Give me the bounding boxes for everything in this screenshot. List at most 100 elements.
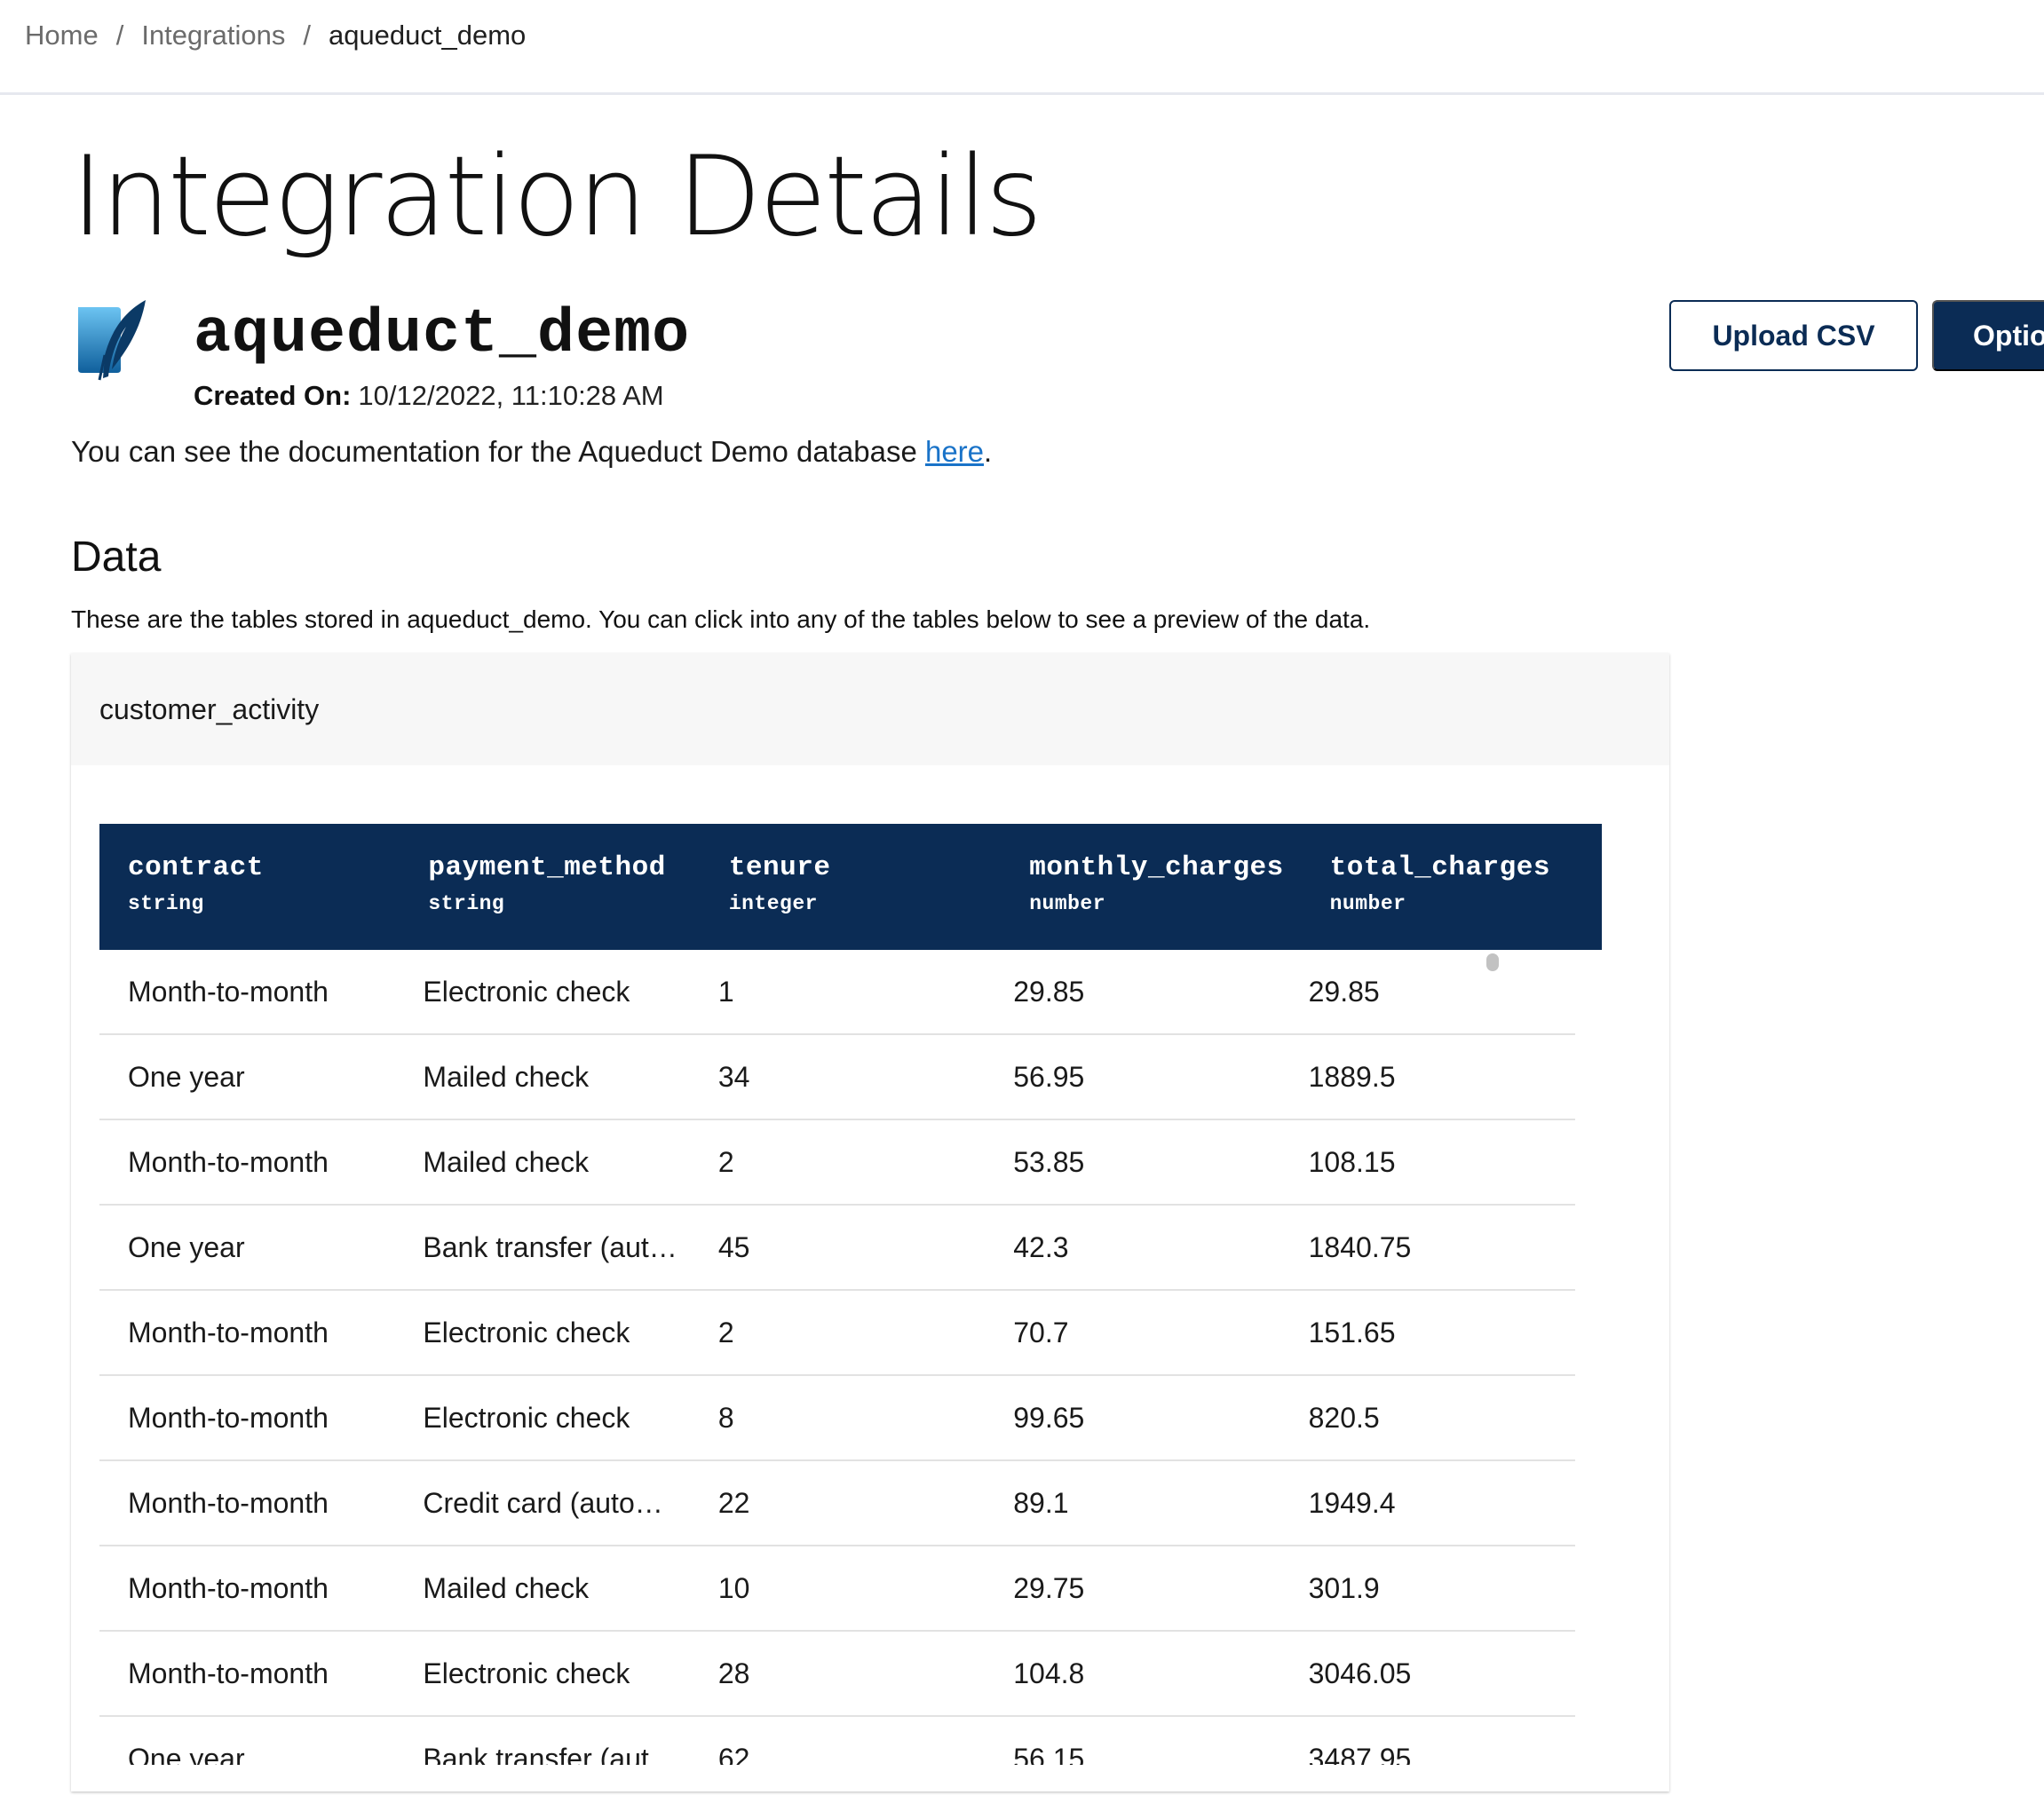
table-cell-contract: Month-to-month [128,1486,329,1519]
table-row: One year Mailed check 34 56.95 1889.5 [99,1035,1575,1120]
table-cell-monthly-charges: 29.75 [1013,1571,1085,1604]
column-name: total_charges [1329,852,1550,883]
column-header-payment-method: payment_methodstring [400,824,700,950]
documentation-link[interactable]: here [925,435,984,468]
table-cell-payment-method: Bank transfer (aut… [423,1742,677,1766]
column-type: string [128,892,204,915]
table-cell-payment-method: Mailed check [423,1060,590,1093]
table-row: Month-to-month Electronic check 28 104.8 304… [99,1632,1575,1717]
table-row: Month-to-month Credit card (auto… 22 89.1 19… [99,1461,1575,1546]
table-cell-payment-method: Electronic check [423,1316,630,1348]
table-cell-payment-method: Electronic check [423,1401,630,1434]
documentation-text-prefix: You can see the documentation for the Aq… [71,435,925,468]
table-row: Month-to-month Electronic check 2 70.7 151.6… [99,1291,1575,1376]
created-on-value: 10/12/2022, 11:10:28 AM [358,380,664,411]
table-cell-payment-method: Bank transfer (aut… [423,1230,677,1263]
table-row: One year Bank transfer (aut… 45 42.3 1840.75 [99,1206,1575,1291]
table-cell-tenure: 45 [717,1230,750,1263]
table-cell-tenure: 2 [717,1316,734,1348]
table-cell-monthly-charges: 56.15 [1013,1742,1085,1766]
table-row: Month-to-month Mailed check 2 53.85 108.15 [99,1120,1575,1206]
table-cell-contract: Month-to-month [128,1145,329,1178]
table-cell-tenure: 10 [717,1571,750,1604]
table-cell-total-charges: 29.85 [1308,975,1380,1008]
upload-csv-button[interactable]: Upload CSV [1669,300,1918,371]
breadcrumb-separator: / [303,20,311,51]
table-cell-tenure: 1 [717,975,734,1008]
table-row: Month-to-month Electronic check 8 99.65 820.… [99,1376,1575,1461]
table-header-row: contract string payment_method string tenure… [99,824,1602,950]
table-cell-contract: Month-to-month [128,1571,329,1604]
table-cell-monthly-charges: 104.8 [1013,1657,1085,1689]
table-cell-tenure: 22 [717,1486,750,1519]
table-cell-total-charges: 1889.5 [1308,1060,1396,1093]
sqlite-feather-icon [73,298,149,382]
table-cell-monthly-charges: 99.65 [1013,1401,1085,1434]
table-scrollbar[interactable] [1575,950,1602,1765]
column-name: monthly_charges [1029,852,1284,883]
column-name: payment_method [428,852,666,883]
table-cell-total-charges: 3046.05 [1308,1657,1412,1689]
table-cell-payment-method: Electronic check [423,975,630,1008]
column-header-monthly-charges: monthly_chargesnumber [1001,824,1301,950]
table-cell-total-charges: 108.15 [1308,1145,1396,1178]
table-cell-monthly-charges: 89.1 [1013,1486,1069,1519]
created-on-label: Created On: [194,380,352,411]
table-body: Month-to-month Electronic check 1 29.85 29.8… [99,950,1575,1765]
table-cell-monthly-charges: 29.85 [1013,975,1085,1008]
table-cell-monthly-charges: 56.95 [1013,1060,1085,1093]
table-cell-total-charges: 301.9 [1308,1571,1380,1604]
table-cell-contract: One year [128,1230,245,1263]
table-cell-contract: Month-to-month [128,1316,329,1348]
column-name: contract [128,852,264,883]
table-row: Month-to-month Mailed check 10 29.75 301.9 [99,1546,1575,1632]
table-name: customer_activity [99,692,320,725]
column-type: string [428,892,505,915]
breadcrumb: Home / Integrations / aqueduct_demo [25,16,526,55]
integration-name: aqueduct_demo [194,300,691,370]
breadcrumb-integrations[interactable]: Integrations [141,20,285,51]
breadcrumb-separator: / [115,20,124,51]
table-cell-contract: Month-to-month [128,975,329,1008]
column-header-total-charges: total_chargesnumber [1302,824,1602,950]
table-cell-contract: One year [128,1742,245,1766]
table-cell-monthly-charges: 42.3 [1013,1230,1069,1263]
column-type: number [1029,892,1106,915]
table-cell-tenure: 8 [717,1401,734,1434]
options-button[interactable]: Options [1932,300,2044,371]
table-cell-tenure: 28 [717,1657,750,1689]
data-section-title: Data [71,534,162,581]
table-cell-payment-method: Credit card (auto… [423,1486,663,1519]
page-title: Integration Details [71,133,1042,261]
table-cell-contract: One year [128,1060,245,1093]
column-type: integer [728,892,818,915]
scrollbar-thumb[interactable] [1486,953,1499,971]
table-cell-total-charges: 1949.4 [1308,1486,1396,1519]
table-cell-payment-method: Electronic check [423,1657,630,1689]
documentation-text: You can see the documentation for the Aq… [71,435,992,469]
table-card: customer_activity contract string payment_… [71,653,1669,1791]
table-cell-contract: Month-to-month [128,1401,329,1434]
table-cell-monthly-charges: 53.85 [1013,1145,1085,1178]
table-cell-tenure: 62 [717,1742,750,1766]
documentation-text-suffix: . [984,435,993,468]
column-name: tenure [728,852,831,883]
table-cell-total-charges: 151.65 [1308,1316,1396,1348]
breadcrumb-current: aqueduct_demo [328,20,527,51]
created-on: Created On: 10/12/2022, 11:10:28 AM [194,380,664,412]
table-cell-payment-method: Mailed check [423,1571,590,1604]
table-cell-total-charges: 820.5 [1308,1401,1380,1434]
column-header-contract: contract string [99,824,400,950]
table-cell-total-charges: 3487.95 [1308,1742,1412,1766]
column-type: number [1329,892,1406,915]
table-row: Month-to-month Electronic check 1 29.85 29.8… [99,950,1575,1035]
table-cell-contract: Month-to-month [128,1657,329,1689]
header-divider [0,92,2044,95]
table-accordion-header[interactable]: customer_activity [71,653,1669,765]
table-cell-payment-method: Mailed check [423,1145,590,1178]
table-cell-tenure: 2 [717,1145,734,1178]
table-cell-tenure: 34 [717,1060,750,1093]
breadcrumb-home[interactable]: Home [25,20,99,51]
column-header-tenure: tenure integer [701,824,1001,950]
table-cell-monthly-charges: 70.7 [1013,1316,1069,1348]
